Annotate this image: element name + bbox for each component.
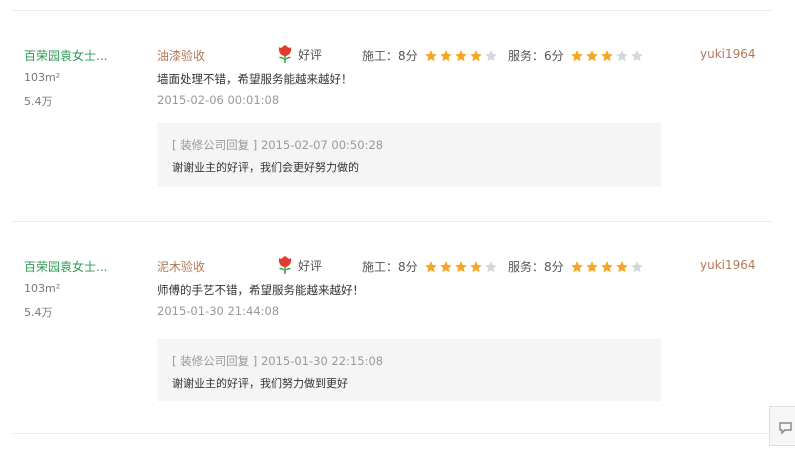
star-empty-icon xyxy=(630,49,643,61)
rating-label: 好评 xyxy=(298,258,323,273)
star-empty-icon xyxy=(484,49,497,61)
service-score-label: 服务：6分 xyxy=(508,49,564,63)
review-item: 百荣园袁女士... 103m² 5.4万 泥木验收 好评 施工：8分 服务：8分… xyxy=(0,255,795,458)
reply-header: [ 装修公司回复 ] 2015-01-30 22:15:08 xyxy=(172,354,384,368)
construction-stars xyxy=(424,49,499,63)
budget: 5.4万 xyxy=(24,95,53,108)
construction-score: 施工：8分 xyxy=(362,258,499,275)
rating-label: 好评 xyxy=(298,47,323,62)
star-filled-icon xyxy=(570,260,583,272)
star-filled-icon xyxy=(585,260,598,272)
inspection-stage: 泥木验收 xyxy=(157,260,206,274)
star-empty-icon xyxy=(484,260,497,272)
username-link[interactable]: yuki1964 xyxy=(700,47,756,61)
username-link[interactable]: yuki1964 xyxy=(700,258,756,272)
rating: 好评 xyxy=(276,44,322,64)
review-time: 2015-02-06 00:01:08 xyxy=(157,93,280,107)
star-filled-icon xyxy=(600,49,613,61)
construction-score: 施工：8分 xyxy=(362,47,499,64)
star-filled-icon xyxy=(615,260,628,272)
star-filled-icon xyxy=(469,260,482,272)
reply-header: [ 装修公司回复 ] 2015-02-07 00:50:28 xyxy=(172,138,384,152)
construction-score-label: 施工：8分 xyxy=(362,260,418,274)
reply-text: 谢谢业主的好评，我们努力做到更好 xyxy=(172,377,348,390)
star-filled-icon xyxy=(585,49,598,61)
service-stars xyxy=(570,49,645,63)
service-score: 服务：6分 xyxy=(508,47,645,64)
divider xyxy=(12,221,772,222)
review-content: 师傅的手艺不错，希望服务能越来越好！ xyxy=(157,283,364,297)
star-empty-icon xyxy=(630,260,643,272)
house-area: 103m² xyxy=(24,71,61,84)
service-stars xyxy=(570,260,645,274)
service-score: 服务：8分 xyxy=(508,258,645,275)
flower-icon xyxy=(278,256,292,274)
star-filled-icon xyxy=(454,49,467,61)
star-filled-icon xyxy=(469,49,482,61)
inspection-stage: 油漆验收 xyxy=(157,49,206,63)
star-filled-icon xyxy=(439,260,452,272)
star-filled-icon xyxy=(439,49,452,61)
review-item: 百荣园袁女士... 103m² 5.4万 油漆验收 好评 施工：8分 服务：6分… xyxy=(0,44,795,247)
budget: 5.4万 xyxy=(24,306,53,319)
star-filled-icon xyxy=(454,260,467,272)
flower-icon xyxy=(278,45,292,63)
owner-name-link[interactable]: 百荣园袁女士... xyxy=(24,47,107,64)
chat-icon xyxy=(779,422,792,435)
star-filled-icon xyxy=(570,49,583,61)
reply-text: 谢谢业主的好评，我们会更好努力做的 xyxy=(172,161,359,174)
rating: 好评 xyxy=(276,255,322,275)
construction-score-label: 施工：8分 xyxy=(362,49,418,63)
divider xyxy=(12,433,772,434)
company-reply: [ 装修公司回复 ] 2015-01-30 22:15:08 谢谢业主的好评，我… xyxy=(157,339,661,401)
star-empty-icon xyxy=(615,49,628,61)
owner-name-link[interactable]: 百荣园袁女士... xyxy=(24,258,107,275)
star-filled-icon xyxy=(600,260,613,272)
star-filled-icon xyxy=(424,260,437,272)
star-filled-icon xyxy=(424,49,437,61)
review-time: 2015-01-30 21:44:08 xyxy=(157,304,280,318)
divider-top xyxy=(12,10,772,11)
company-reply: [ 装修公司回复 ] 2015-02-07 00:50:28 谢谢业主的好评，我… xyxy=(157,123,661,187)
construction-stars xyxy=(424,260,499,274)
service-score-label: 服务：8分 xyxy=(508,260,564,274)
house-area: 103m² xyxy=(24,282,61,295)
chat-widget-button[interactable] xyxy=(769,406,795,446)
review-content: 墙面处理不错，希望服务能越来越好！ xyxy=(157,72,353,86)
